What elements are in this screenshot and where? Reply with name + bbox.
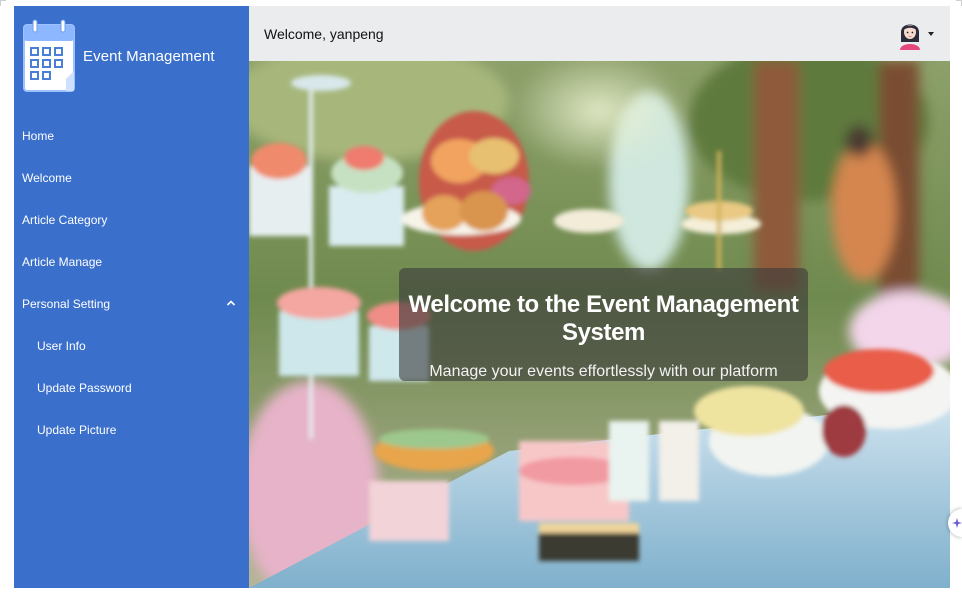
sidebar-item-update-picture[interactable]: Update Picture: [14, 409, 249, 451]
sidebar-item-home[interactable]: Home: [14, 115, 249, 157]
sidebar-item-update-password[interactable]: Update Password: [14, 367, 249, 409]
hero-banner: Welcome to the Event Management System M…: [249, 61, 950, 588]
sidebar-item-label: Update Picture: [37, 423, 117, 437]
user-menu-toggle[interactable]: [898, 18, 934, 50]
brand[interactable]: Event Management: [22, 19, 215, 93]
sparkle-icon: [952, 518, 962, 528]
chevron-up-icon: [226, 300, 236, 306]
caret-down-icon: [928, 32, 934, 36]
sidebar-item-welcome[interactable]: Welcome: [14, 157, 249, 199]
sidebar-item-label: Update Password: [37, 381, 132, 395]
sidebar-item-label: Personal Setting: [22, 297, 111, 311]
hero-title: Welcome to the Event Management System: [408, 291, 799, 346]
sidebar-item-user-info[interactable]: User Info: [14, 325, 249, 367]
sidebar-item-label: Home: [22, 129, 55, 143]
app-frame: Event Management Home Welcome Article Ca…: [14, 6, 950, 588]
welcome-text: Welcome, yanpeng: [264, 25, 384, 42]
sidebar: Event Management Home Welcome Article Ca…: [14, 6, 249, 588]
floating-assistant-button[interactable]: [948, 509, 962, 537]
sidebar-item-article-manage[interactable]: Article Manage: [14, 241, 249, 283]
sidebar-item-label: Article Category: [22, 213, 108, 227]
brand-title: Event Management: [83, 47, 215, 65]
sidebar-item-label: Article Manage: [22, 255, 103, 269]
calendar-icon: [23, 19, 75, 92]
hero-subtitle: Manage your events effortlessly with our…: [429, 363, 778, 380]
frame-corner: [956, 0, 962, 6]
welcome-banner: Welcome to the Event Management System M…: [399, 268, 808, 381]
user-avatar-icon: [900, 24, 920, 50]
sidebar-item-article-category[interactable]: Article Category: [14, 199, 249, 241]
top-header: Welcome, yanpeng: [249, 6, 950, 61]
frame-corner: [0, 0, 6, 6]
sidebar-item-personal-setting[interactable]: Personal Setting: [14, 283, 249, 325]
sidebar-item-label: Welcome: [22, 171, 72, 185]
sidebar-item-label: User Info: [37, 339, 86, 353]
